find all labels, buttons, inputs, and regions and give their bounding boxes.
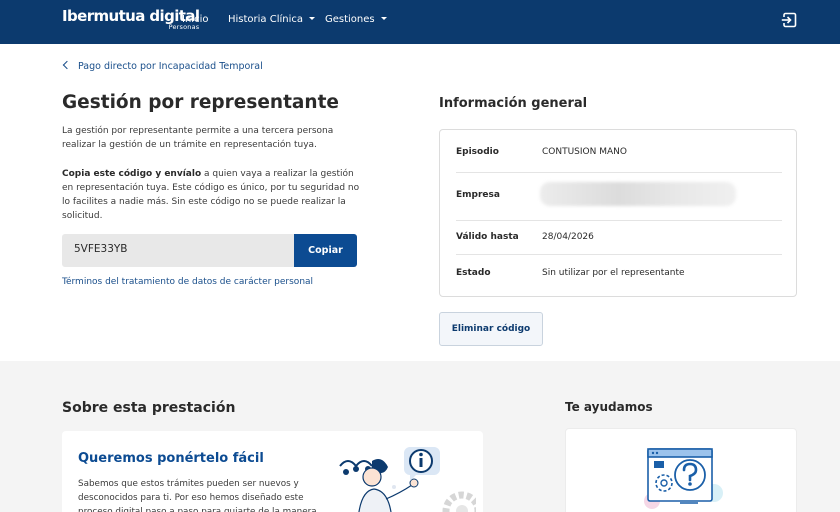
about-section-title: Sobre esta prestación	[62, 400, 236, 416]
row-label-valido-hasta: Válido hasta	[456, 232, 519, 242]
row-value-estado: Sin utilizar por el representante	[542, 268, 685, 278]
instruction-text: Copia este código y envíalo a quien vaya…	[62, 167, 362, 223]
row-divider	[456, 254, 782, 255]
row-value-episodio: CONTUSION MANO	[542, 147, 627, 157]
row-label-estado: Estado	[456, 268, 491, 278]
nav-gestiones[interactable]: Gestiones	[325, 14, 387, 25]
feature-heading: Queremos ponértelo fácil	[78, 451, 264, 466]
copy-button[interactable]: Copiar	[294, 234, 357, 267]
row-label-episodio: Episodio	[456, 147, 499, 157]
top-navigation-bar: Ibermutua digital Personas Inicio Histor…	[0, 0, 840, 44]
row-label-empresa: Empresa	[456, 190, 500, 200]
code-value: 5VFE33YB	[74, 243, 128, 255]
code-field[interactable]: 5VFE33YB	[62, 234, 294, 267]
row-value-valido-hasta: 28/04/2026	[542, 232, 594, 242]
chevron-down-icon	[380, 17, 387, 20]
info-title: Información general	[439, 96, 588, 111]
row-divider	[456, 172, 782, 173]
nav-inicio[interactable]: Inicio	[182, 14, 208, 25]
person-info-illustration	[339, 447, 476, 512]
help-card	[565, 428, 797, 512]
logout-icon[interactable]	[781, 12, 797, 28]
back-link[interactable]: Pago directo por Incapacidad Temporal	[62, 60, 263, 72]
nav-inicio-label: Inicio	[182, 14, 209, 25]
chevron-left-icon	[62, 60, 72, 70]
help-section-title: Te ayudamos	[565, 400, 653, 414]
page-title: Gestión por representante	[62, 92, 339, 113]
chevron-down-icon	[309, 17, 316, 20]
row-value-empresa-redacted	[540, 182, 736, 206]
brand-logo[interactable]: Ibermutua digital Personas	[62, 7, 200, 31]
delete-code-button[interactable]: Eliminar código	[439, 312, 543, 346]
terms-link[interactable]: Términos del tratamiento de datos de car…	[62, 277, 313, 287]
back-link-label: Pago directo por Incapacidad Temporal	[78, 61, 263, 72]
nav-historia-clinica-label: Historia Clínica	[228, 14, 304, 25]
instruction-bold: Copia este código y envíalo	[62, 169, 202, 179]
nav-gestiones-label: Gestiones	[325, 14, 375, 25]
row-divider	[456, 220, 782, 221]
description-text: La gestión por representante permite a u…	[62, 126, 334, 150]
info-card: Episodio CONTUSION MANO Empresa Válido h…	[439, 129, 797, 297]
feature-card: Queremos ponértelo fácil Sabemos que est…	[62, 431, 483, 512]
main-content: Pago directo por Incapacidad Temporal Ge…	[0, 44, 840, 361]
nav-historia-clinica[interactable]: Historia Clínica	[228, 14, 316, 25]
feature-text: Sabemos que estos trámites pueden ser nu…	[78, 479, 317, 512]
help-question-illustration	[644, 448, 723, 509]
